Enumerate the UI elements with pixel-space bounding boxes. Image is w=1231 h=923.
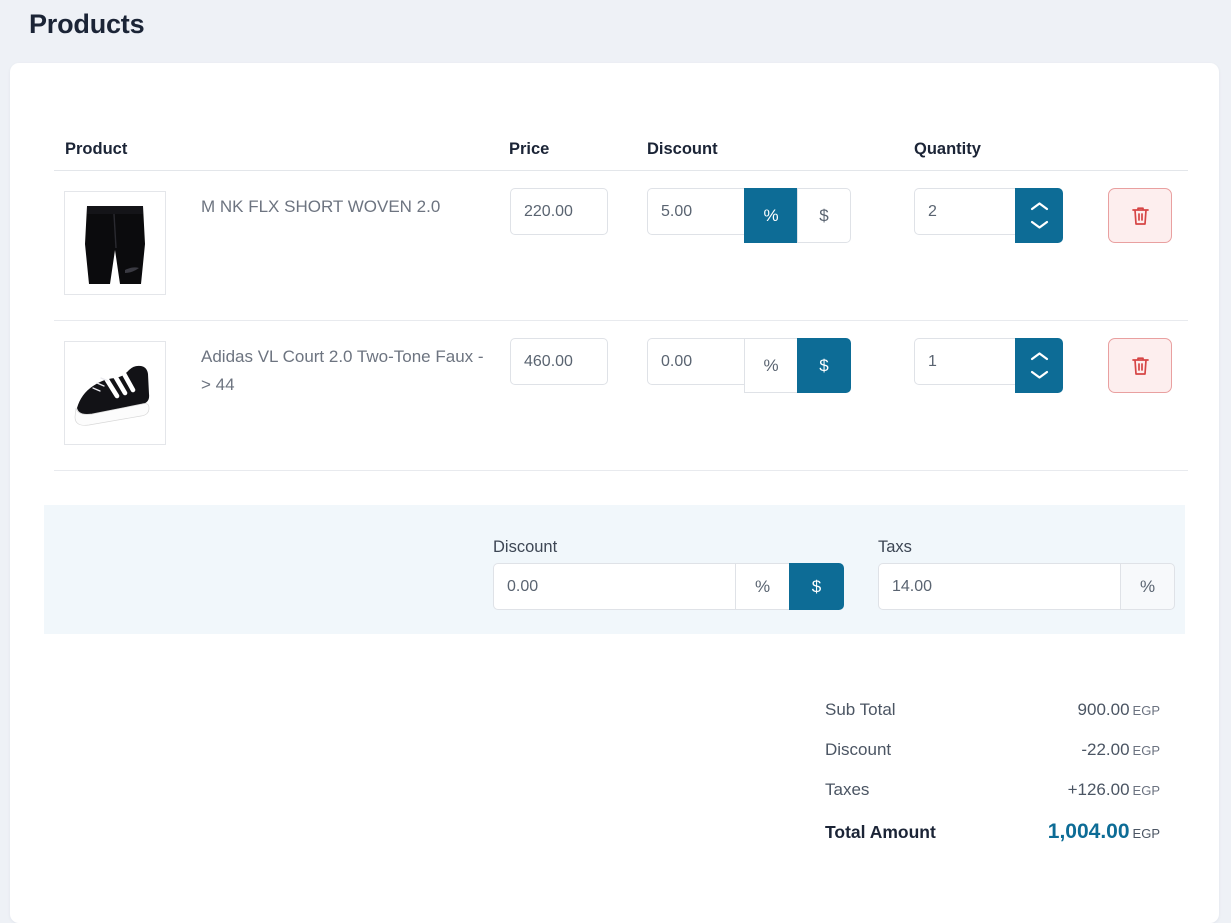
totals-row-grand-total: Total Amount 1,004.00 EGP	[780, 810, 1160, 854]
totals-row-subtotal: Sub Total 900.00 EGP	[780, 690, 1160, 730]
totals-row-discount: Discount -22.00 EGP	[780, 730, 1160, 770]
summary-taxes-unit: %	[1120, 563, 1175, 610]
summary-taxes-input[interactable]: 14.00	[878, 563, 1121, 610]
discount-total-label: Discount	[825, 740, 892, 759]
discount-group: 5.00 % $	[647, 188, 851, 243]
discount-total-value: -22.00 EGP	[1081, 740, 1160, 759]
discount-percent-toggle[interactable]: %	[744, 338, 798, 393]
discount-group: 0.00 % $	[647, 338, 851, 393]
discount-input[interactable]: 5.00	[647, 188, 745, 235]
products-card: Product Price Discount Quantity M NK FLX…	[10, 63, 1219, 923]
column-header-discount: Discount	[647, 140, 718, 158]
quantity-group: 1	[914, 338, 1063, 393]
quantity-stepper[interactable]	[1015, 188, 1063, 243]
quantity-group: 2	[914, 188, 1063, 243]
column-header-quantity: Quantity	[914, 140, 981, 158]
summary-taxes-label: Taxs	[878, 538, 912, 556]
totals-panel: Sub Total 900.00 EGP Discount -22.00 EGP T…	[780, 690, 1160, 854]
currency-code: EGP	[1132, 783, 1160, 798]
currency-code: EGP	[1132, 743, 1160, 758]
totals-row-taxes: Taxes +126.00 EGP	[780, 770, 1160, 810]
summary-discount-field: Discount 0.00 % $	[493, 538, 844, 610]
delete-row-button[interactable]	[1108, 338, 1172, 393]
trash-icon	[1131, 206, 1149, 225]
trash-icon	[1131, 356, 1149, 375]
quantity-input[interactable]: 2	[914, 188, 1015, 235]
page-title: Products	[29, 9, 145, 39]
quantity-input[interactable]: 1	[914, 338, 1015, 385]
summary-discount-amount-toggle[interactable]: $	[789, 563, 844, 610]
discount-amount-toggle[interactable]: $	[797, 188, 851, 243]
summary-discount-input[interactable]: 0.00	[493, 563, 736, 610]
summary-taxes-field: Taxs 14.00 %	[878, 538, 1175, 610]
subtotal-value: 900.00 EGP	[1077, 700, 1160, 719]
summary-discount-label: Discount	[493, 538, 558, 556]
table-row: M NK FLX SHORT WOVEN 2.0 220.00 5.00 % $…	[54, 171, 1188, 321]
currency-code: EGP	[1132, 703, 1160, 718]
summary-discount-percent-toggle[interactable]: %	[735, 563, 790, 610]
chevron-up-icon[interactable]	[1030, 201, 1049, 212]
total-amount-label: Total Amount	[825, 822, 936, 842]
table-header-row: Product Price Discount Quantity	[54, 119, 1188, 171]
total-amount-value: 1,004.00 EGP	[1047, 820, 1160, 843]
discount-input[interactable]: 0.00	[647, 338, 745, 385]
order-summary-bar: Discount 0.00 % $ Taxs 14.00 %	[44, 505, 1185, 634]
shorts-image	[65, 192, 165, 294]
product-image	[64, 191, 166, 295]
products-table: Product Price Discount Quantity M NK FLX…	[54, 119, 1188, 471]
product-name: Adidas VL Court 2.0 Two-Tone Faux -> 44	[201, 347, 484, 394]
price-input[interactable]: 220.00	[510, 188, 608, 235]
price-input[interactable]: 460.00	[510, 338, 608, 385]
delete-row-button[interactable]	[1108, 188, 1172, 243]
chevron-down-icon[interactable]	[1030, 369, 1049, 380]
taxes-total-value: +126.00 EGP	[1067, 780, 1160, 799]
sneaker-image	[65, 342, 165, 444]
column-header-price: Price	[509, 140, 550, 158]
chevron-down-icon[interactable]	[1030, 219, 1049, 230]
chevron-up-icon[interactable]	[1030, 351, 1049, 362]
discount-amount-toggle[interactable]: $	[797, 338, 851, 393]
product-name: M NK FLX SHORT WOVEN 2.0	[201, 197, 441, 216]
table-row: Adidas VL Court 2.0 Two-Tone Faux -> 44 …	[54, 321, 1188, 471]
discount-percent-toggle[interactable]: %	[744, 188, 798, 243]
column-header-product: Product	[65, 140, 128, 158]
product-image	[64, 341, 166, 445]
taxes-total-label: Taxes	[825, 780, 870, 799]
subtotal-label: Sub Total	[825, 700, 896, 719]
currency-code: EGP	[1132, 826, 1160, 841]
quantity-stepper[interactable]	[1015, 338, 1063, 393]
